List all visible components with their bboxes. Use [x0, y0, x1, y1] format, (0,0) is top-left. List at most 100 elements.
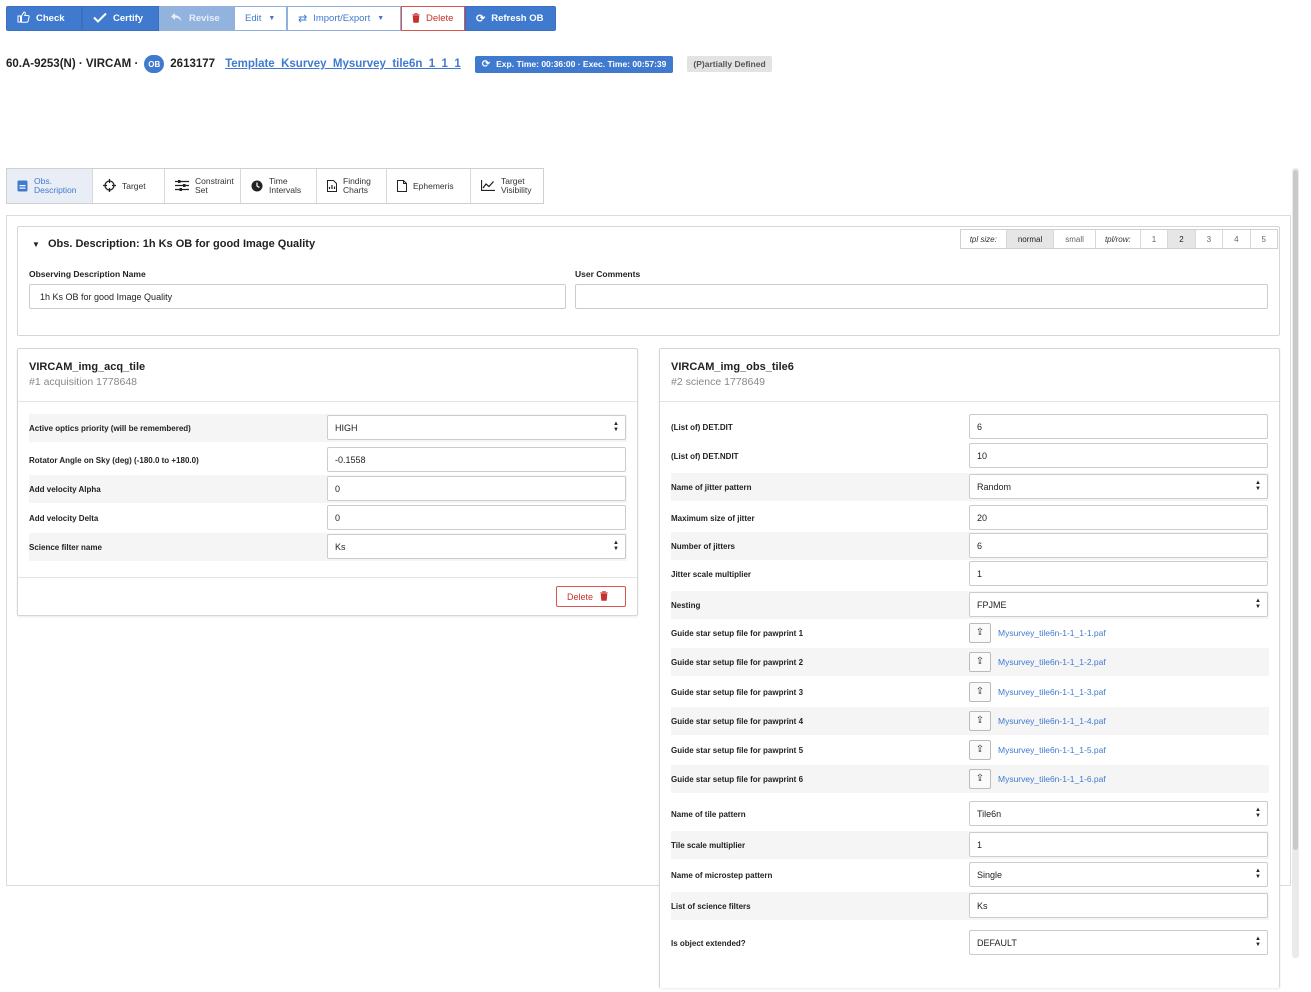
param-input[interactable]: 20 [969, 505, 1268, 530]
obs-name-input[interactable]: 1h Ks OB for good Image Quality [29, 284, 566, 309]
tab-finding-charts[interactable]: Finding Charts [317, 169, 387, 203]
param-label: Guide star setup file for pawprint 2 [671, 657, 804, 667]
clock-icon [251, 180, 263, 193]
param-select[interactable]: DEFAULT ▲ ▼ [969, 930, 1268, 955]
param-input[interactable]: Ks [969, 893, 1268, 918]
tab-ephemeris[interactable]: Ephemeris [387, 169, 471, 203]
template-link[interactable]: Template_Ksurvey_Mysurvey_tile6n_1_1_1 [225, 58, 461, 70]
user-comments-label: User Comments [575, 269, 641, 279]
tpl-row-2-button[interactable]: 2 [1168, 230, 1196, 248]
param-row: Active optics priority (will be remember… [29, 414, 627, 442]
upload-button[interactable]: ⇪ [969, 739, 991, 760]
param-input[interactable]: 0 [327, 476, 626, 501]
param-row: Guide star setup file for pawprint 4 ⇪ M… [671, 707, 1269, 735]
param-row: Tile scale multiplier 1 [671, 831, 1269, 859]
tpl-row-5-button[interactable]: 5 [1250, 230, 1277, 248]
check-button[interactable]: Check [6, 6, 82, 31]
tpl-row-4-button[interactable]: 4 [1223, 230, 1251, 248]
param-row: Guide star setup file for pawprint 5 ⇪ M… [671, 736, 1269, 764]
tpl-row-label: tpl/row: [1095, 230, 1141, 248]
size-normal-button[interactable]: normal [1006, 230, 1055, 248]
param-label: List of science filters [671, 901, 751, 911]
template-name: VIRCAM_img_obs_tile6 [671, 361, 794, 373]
user-comments-input[interactable] [575, 284, 1268, 309]
template-subtitle: #1 acquisition 1778648 [29, 376, 138, 388]
refresh-icon: ⟳ [476, 13, 486, 25]
template-subtitle: #2 science 1778649 [671, 376, 765, 388]
param-select[interactable]: Single ▲ ▼ [969, 862, 1268, 887]
param-label: Guide star setup file for pawprint 3 [671, 687, 804, 697]
paf-file-link[interactable]: Mysurvey_tile6n-1-1_1-6.paf [998, 774, 1106, 784]
ob-header: 60.A-9253(N) · VIRCAM · OB 2613177 Templ… [6, 55, 772, 73]
upload-button[interactable]: ⇪ [969, 768, 991, 789]
ob-badge: OB [144, 55, 165, 73]
param-input[interactable]: 6 [969, 414, 1268, 439]
undo-arrow-icon [170, 12, 183, 26]
collapse-triangle-icon[interactable]: ▼ [32, 240, 40, 249]
param-select[interactable]: FPJME ▲ ▼ [969, 592, 1268, 617]
tpl-row-3-button[interactable]: 3 [1195, 230, 1224, 248]
param-label: Guide star setup file for pawprint 6 [671, 774, 804, 784]
caret-down-icon: ▼ [377, 15, 385, 22]
obs-description-title[interactable]: ▼ Obs. Description: 1h Ks OB for good Im… [32, 238, 315, 250]
select-arrows-icon: ▲ ▼ [613, 421, 619, 433]
delete-button[interactable]: Delete [401, 6, 465, 31]
status-badge: (P)artially Defined [687, 56, 772, 72]
tab-obs-description[interactable]: Obs. Description [7, 169, 93, 203]
param-input[interactable]: 6 [969, 533, 1268, 558]
tab-time-intervals[interactable]: Time Intervals [241, 169, 317, 203]
param-select[interactable]: Tile6n ▲ ▼ [969, 801, 1268, 826]
param-row: Is object extended? DEFAULT ▲ ▼ [671, 929, 1269, 957]
paf-file-link[interactable]: Mysurvey_tile6n-1-1_1-1.paf [998, 628, 1106, 638]
param-label: Add velocity Alpha [29, 484, 101, 494]
param-select[interactable]: Ks ▲ ▼ [327, 534, 626, 559]
upload-button[interactable]: ⇪ [969, 622, 991, 643]
param-label: Name of jitter pattern [671, 482, 752, 492]
template-size-controls: tpl size: normal small tpl/row: 1 2 3 4 … [959, 229, 1278, 249]
revise-button[interactable]: Revise [159, 6, 234, 31]
paf-file-link[interactable]: Mysurvey_tile6n-1-1_1-5.paf [998, 745, 1106, 755]
certify-button[interactable]: Certify [82, 6, 159, 31]
upload-button[interactable]: ⇪ [969, 710, 991, 731]
tab-constraint-set[interactable]: Constraint Set [165, 169, 241, 203]
toolbar: Check Certify Revise Edit ▼ ⇄ Import/Exp… [6, 6, 556, 31]
param-input[interactable]: 10 [969, 443, 1268, 468]
select-arrows-icon: ▲ ▼ [1255, 868, 1261, 880]
line-chart-icon [480, 180, 495, 192]
import-export-dropdown-button[interactable]: ⇄ Import/Export ▼ [287, 6, 401, 31]
param-select[interactable]: HIGH ▲ ▼ [327, 415, 626, 440]
param-input[interactable]: 1 [969, 561, 1268, 586]
paf-file-link[interactable]: Mysurvey_tile6n-1-1_1-2.paf [998, 657, 1106, 667]
tab-target-visibility[interactable]: Target Visibility [471, 169, 543, 203]
param-label: Nesting [671, 600, 701, 610]
scrollbar-thumb[interactable] [1293, 170, 1298, 850]
edit-dropdown-button[interactable]: Edit ▼ [234, 6, 287, 31]
file-cell: ⇪ Mysurvey_tile6n-1-1_1-6.paf [969, 766, 1106, 791]
upload-button[interactable]: ⇪ [969, 651, 991, 672]
divider [18, 401, 637, 402]
size-small-button[interactable]: small [1054, 230, 1096, 248]
param-label: (List of) DET.NDIT [671, 451, 739, 461]
paf-file-link[interactable]: Mysurvey_tile6n-1-1_1-4.paf [998, 716, 1106, 726]
param-row: Jitter scale multiplier 1 [671, 560, 1269, 588]
param-row: Guide star setup file for pawprint 1 ⇪ M… [671, 619, 1269, 647]
sliders-icon [175, 180, 189, 192]
param-input[interactable]: 1 [969, 832, 1268, 857]
run-id: 60.A-9253(N) · VIRCAM · [6, 58, 139, 70]
delete-template-button[interactable]: Delete [556, 586, 626, 607]
param-row: List of science filters Ks [671, 892, 1269, 920]
science-template-header: VIRCAM_img_obs_tile6 #2 science 1778649 [671, 361, 794, 388]
refresh-ob-button[interactable]: ⟳ Refresh OB [465, 6, 556, 31]
tpl-row-1-button[interactable]: 1 [1140, 230, 1169, 248]
tab-target[interactable]: Target [93, 169, 165, 203]
param-select[interactable]: Random ▲ ▼ [969, 474, 1268, 499]
upload-icon: ⇪ [975, 773, 985, 784]
upload-icon: ⇪ [975, 686, 985, 697]
upload-icon: ⇪ [975, 744, 985, 755]
upload-button[interactable]: ⇪ [969, 681, 991, 702]
check-label: Check [36, 13, 65, 24]
param-input[interactable]: -0.1558 [327, 447, 626, 472]
divider [660, 401, 1279, 402]
paf-file-link[interactable]: Mysurvey_tile6n-1-1_1-3.paf [998, 687, 1106, 697]
param-input[interactable]: 0 [327, 505, 626, 530]
